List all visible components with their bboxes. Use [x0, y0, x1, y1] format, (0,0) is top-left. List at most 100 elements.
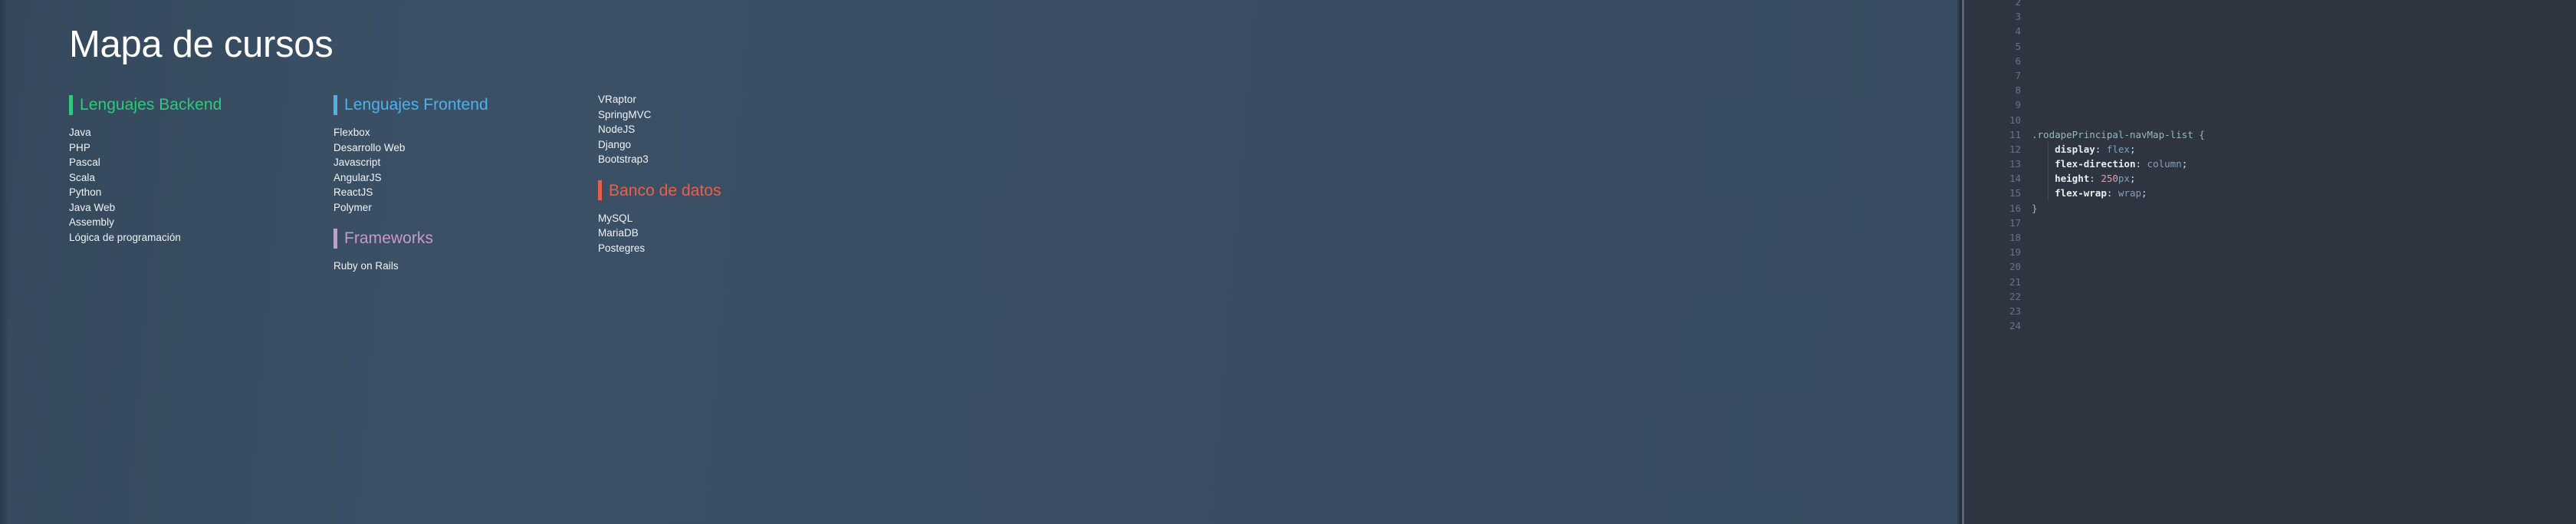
line-number: 13 — [2009, 158, 2021, 170]
navmap-list-item[interactable]: Django — [598, 137, 863, 153]
navmap-list-item[interactable]: Scala — [69, 170, 334, 186]
code-line-text[interactable]: height: 250px; — [2032, 171, 2576, 186]
navmap-list-item[interactable]: NodeJS — [598, 122, 863, 137]
code-line-text[interactable]: .rodapePrincipal-navMap-list { — [2032, 127, 2576, 142]
code-line-text[interactable]: flex-direction: column; — [2032, 157, 2576, 172]
code-line[interactable]: 6 — [1964, 54, 2576, 68]
navmap-course-link[interactable]: VRaptor — [598, 94, 636, 105]
navmap-list: Lenguajes Backend Java PHP Pascal Scala Pytho… — [69, 92, 1832, 284]
navmap-list-item[interactable]: PHP — [69, 140, 334, 156]
navmap-course-link[interactable]: Flexbox — [334, 127, 370, 138]
code-editor-lines[interactable]: 2 3 4 5 6 7 8 9 10 11 .rodapePrincipal-navMap-list… — [1964, 0, 2576, 333]
navmap-list-item[interactable]: Javascript — [334, 155, 598, 170]
line-number: 2 — [2015, 0, 2021, 8]
code-line[interactable]: 8 — [1964, 83, 2576, 97]
code-line[interactable]: 11 .rodapePrincipal-navMap-list { — [1964, 127, 2576, 142]
code-line[interactable]: 20 — [1964, 259, 2576, 274]
code-line[interactable]: 10 — [1964, 113, 2576, 127]
code-line[interactable]: 19 — [1964, 245, 2576, 259]
code-line[interactable]: 4 — [1964, 24, 2576, 38]
code-line[interactable]: 21 — [1964, 275, 2576, 289]
code-line[interactable]: 24 — [1964, 318, 2576, 333]
navmap-list-item[interactable]: Ruby on Rails — [334, 259, 598, 274]
code-line[interactable]: 16} — [1964, 201, 2576, 216]
line-number: 19 — [2009, 246, 2021, 259]
navmap-course-link[interactable]: MariaDB — [598, 228, 639, 239]
page-title: Mapa de cursos — [69, 24, 334, 65]
navmap-course-link[interactable]: Scala — [69, 173, 95, 183]
navmap-course-link[interactable]: SpringMVC — [598, 110, 651, 120]
code-line[interactable]: 22 — [1964, 289, 2576, 304]
navmap-list-item[interactable]: MySQL — [598, 211, 863, 226]
navmap-group-heading: Lenguajes Backend — [69, 92, 334, 117]
navmap-course-link[interactable]: Ruby on Rails — [334, 261, 399, 272]
navmap-course-link[interactable]: Java — [69, 127, 91, 138]
navmap-course-link[interactable]: Java Web — [69, 203, 115, 213]
navmap-course-link[interactable]: ReactJS — [334, 187, 373, 198]
navmap-course-link[interactable]: Postegres — [598, 243, 645, 254]
code-editor-pane[interactable]: 2 3 4 5 6 7 8 9 10 11 .rodapePrincipal-navMap-list… — [1962, 0, 2576, 524]
navmap-course-link[interactable]: MySQL — [598, 213, 632, 224]
line-number: 5 — [2015, 40, 2021, 52]
navmap-list-item[interactable]: Pascal — [69, 155, 334, 170]
code-line[interactable]: 14 height: 250px; — [1964, 171, 2576, 186]
code-line-text[interactable]: display: flex; — [2032, 141, 2576, 157]
code-line[interactable]: 3 — [1964, 9, 2576, 24]
navmap-course-link[interactable]: PHP — [69, 143, 90, 153]
navmap-course-link[interactable]: Desarrollo Web — [334, 143, 406, 153]
code-token: .rodapePrincipal-navMap-list — [2032, 128, 2200, 140]
code-line[interactable]: 5 — [1964, 39, 2576, 54]
navmap-list-item[interactable]: Bootstrap3 — [598, 152, 863, 167]
line-number: 20 — [2009, 261, 2021, 273]
navmap-list-item[interactable]: Java — [69, 125, 334, 140]
navmap-list-item[interactable]: Postegres — [598, 241, 863, 256]
navmap-list-item[interactable]: Polymer — [334, 200, 598, 216]
code-line[interactable]: 18 — [1964, 230, 2576, 245]
code-token: ; — [2181, 158, 2188, 170]
group-heading-label: Frameworks — [344, 229, 434, 248]
code-line[interactable]: 12 display: flex; — [1964, 141, 2576, 157]
navmap-list-item[interactable]: MariaDB — [598, 226, 863, 241]
navmap-group-spacer — [598, 167, 863, 178]
code-line[interactable]: 7 — [1964, 68, 2576, 83]
code-line[interactable]: 13 flex-direction: column; — [1964, 157, 2576, 172]
navmap-list-item[interactable]: VRaptor — [598, 92, 863, 107]
code-line[interactable]: 2 — [1964, 0, 2576, 9]
navmap-course-link[interactable]: Javascript — [334, 157, 380, 168]
code-line-text[interactable]: flex-wrap: wrap; — [2032, 186, 2576, 201]
navmap-list-item[interactable]: Python — [69, 185, 334, 200]
navmap-course-link[interactable]: Pascal — [69, 157, 100, 168]
browser-preview-and-editor: Mapa de cursos Lenguajes Backend Java PHP P… — [0, 0, 2576, 524]
code-line[interactable]: 15 flex-wrap: wrap; — [1964, 186, 2576, 201]
navmap-group-spacer — [334, 215, 598, 226]
code-line[interactable]: 23 — [1964, 304, 2576, 318]
navmap-course-link[interactable]: Python — [69, 187, 101, 198]
code-line[interactable]: 9 — [1964, 97, 2576, 112]
navmap-course-link[interactable]: Django — [598, 140, 631, 150]
line-number: 10 — [2009, 114, 2021, 126]
navmap-course-link[interactable]: NodeJS — [598, 124, 635, 135]
line-number: 24 — [2009, 320, 2021, 332]
code-token: 250 — [2101, 173, 2118, 185]
navmap-list-item[interactable]: SpringMVC — [598, 107, 863, 123]
navmap-list-item[interactable]: Flexbox — [334, 125, 598, 140]
navmap-list-item[interactable]: Lógica de programación — [69, 230, 334, 246]
code-token: } — [2032, 202, 2038, 214]
navmap-list-item[interactable]: Assembly — [69, 215, 334, 230]
code-line-text[interactable]: } — [2032, 201, 2576, 216]
code-line[interactable]: 17 — [1964, 216, 2576, 230]
navmap-course-link[interactable]: Polymer — [334, 203, 372, 213]
indent-guide — [2048, 141, 2049, 157]
code-token: : — [2106, 187, 2118, 199]
navmap-list-item[interactable]: ReactJS — [334, 185, 598, 200]
navmap-list-item[interactable]: Java Web — [69, 200, 334, 216]
navmap-list-item[interactable]: AngularJS — [334, 170, 598, 186]
code-token: ; — [2129, 143, 2136, 155]
navmap-course-link[interactable]: Lógica de programación — [69, 232, 181, 243]
navmap-course-link[interactable]: Bootstrap3 — [598, 154, 649, 165]
line-number: 14 — [2009, 173, 2021, 185]
navmap-course-link[interactable]: Assembly — [69, 217, 114, 228]
navmap-list-item[interactable]: Desarrollo Web — [334, 140, 598, 156]
navmap-course-link[interactable]: AngularJS — [334, 173, 382, 183]
